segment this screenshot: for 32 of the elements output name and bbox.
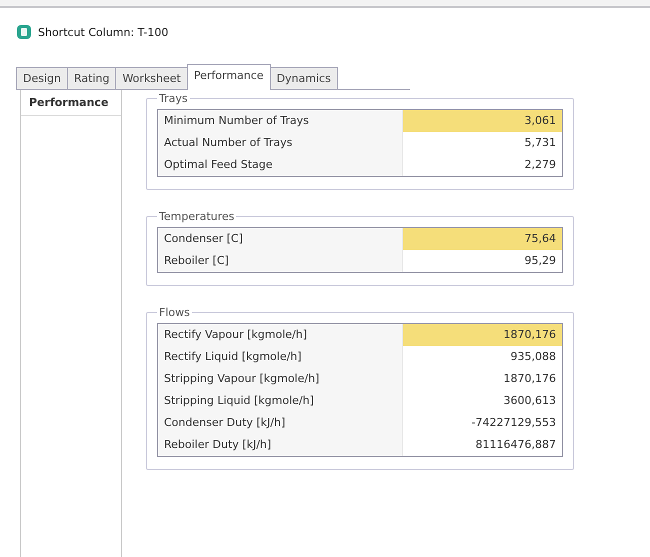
value-cell[interactable]: -74227129,553 bbox=[403, 412, 562, 434]
value-cell[interactable]: 5,731 bbox=[403, 132, 562, 154]
value-cell[interactable]: 2,279 bbox=[403, 154, 562, 176]
tab[interactable]: Performance bbox=[186, 64, 271, 90]
property-label: Optimal Feed Stage bbox=[158, 154, 403, 176]
tab[interactable]: Design bbox=[16, 67, 68, 89]
value-cell[interactable]: 95,29 bbox=[403, 250, 562, 272]
value-cell[interactable]: 81116476,887 bbox=[403, 434, 562, 456]
tab[interactable]: Rating bbox=[66, 67, 116, 89]
value-cell[interactable]: 935,088 bbox=[403, 346, 562, 368]
property-label: Condenser [C] bbox=[158, 228, 403, 250]
group-title: Trays bbox=[158, 92, 189, 105]
group-title: Flows bbox=[158, 306, 191, 319]
tab[interactable]: Worksheet bbox=[115, 67, 188, 89]
app-icon bbox=[16, 24, 32, 40]
value-cell[interactable]: 3600,613 bbox=[403, 390, 562, 412]
property-label: Rectify Vapour [kgmole/h] bbox=[158, 324, 403, 346]
property-label: Reboiler Duty [kJ/h] bbox=[158, 434, 403, 456]
property-label: Condenser Duty [kJ/h] bbox=[158, 412, 403, 434]
value-cell[interactable]: 75,64 bbox=[403, 228, 562, 250]
tab[interactable]: Dynamics bbox=[270, 67, 338, 89]
window-title: Shortcut Column: T-100 bbox=[38, 26, 168, 38]
group-title: Temperatures bbox=[158, 210, 236, 223]
property-label: Reboiler [C] bbox=[158, 250, 403, 272]
property-label: Actual Number of Trays bbox=[158, 132, 403, 154]
value-cell[interactable]: 1870,176 bbox=[403, 324, 562, 346]
property-label: Rectify Liquid [kgmole/h] bbox=[158, 346, 403, 368]
value-cell[interactable]: 1870,176 bbox=[403, 368, 562, 390]
property-label: Stripping Vapour [kgmole/h] bbox=[158, 368, 403, 390]
value-cell[interactable]: 3,061 bbox=[403, 110, 562, 132]
property-label: Minimum Number of Trays bbox=[158, 110, 403, 132]
property-label: Stripping Liquid [kgmole/h] bbox=[158, 390, 403, 412]
